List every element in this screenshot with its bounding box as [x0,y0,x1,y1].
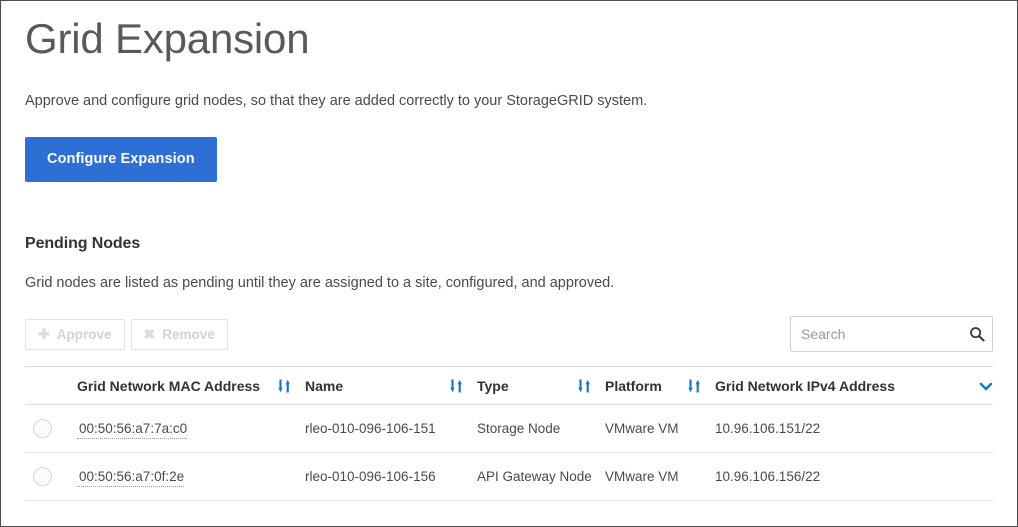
page-description: Approve and configure grid nodes, so tha… [25,92,648,109]
cell-platform: VMware VM [605,452,715,502]
approve-button-label: Approve [56,326,112,342]
row-select-cell [25,404,77,454]
cell-platform: VMware VM [605,404,715,454]
mac-address-value[interactable]: 00:50:56:a7:0f:2e [77,469,185,488]
column-header-ip[interactable]: Grid Network IPv4 Address [715,366,993,406]
mac-address-value[interactable]: 00:50:56:a7:7a:c0 [77,421,188,440]
cell-ip: 10.96.106.151/22 [715,404,993,454]
table-body: 00:50:56:a7:7a:c0 rleo-010-096-106-151 S… [25,404,993,502]
cell-name: rleo-010-096-106-151 [305,404,477,454]
column-header-platform[interactable]: Platform [605,366,715,406]
approve-button[interactable]: ✚ Approve [25,318,125,350]
table-row[interactable]: 00:50:56:a7:7a:c0 rleo-010-096-106-151 S… [25,404,993,454]
table-toolbar: ✚ Approve ✖ Remove [25,316,993,353]
table-row[interactable]: 00:50:56:a7:0f:2e rleo-010-096-106-156 A… [25,452,993,502]
pending-nodes-heading: Pending Nodes [25,234,141,252]
column-header-mac[interactable]: Grid Network MAC Address [77,366,305,406]
grid-expansion-page: Grid Expansion Approve and configure gri… [0,0,1018,527]
column-header-ip-label: Grid Network IPv4 Address [715,378,895,395]
cell-type: API Gateway Node [477,452,605,502]
table-header-row: Grid Network MAC Address Name Type Platf… [25,366,993,406]
configure-expansion-button[interactable]: Configure Expansion [25,136,217,182]
column-header-name-label: Name [305,378,344,395]
cell-mac: 00:50:56:a7:7a:c0 [77,404,305,454]
row-select-radio[interactable] [33,467,52,487]
sort-icon[interactable] [578,379,591,393]
cell-mac: 00:50:56:a7:0f:2e [77,452,305,502]
times-icon: ✖ [143,326,156,343]
search-input[interactable] [790,316,993,353]
column-header-mac-label: Grid Network MAC Address [77,378,261,395]
toolbar-actions: ✚ Approve ✖ Remove [25,318,228,350]
remove-button[interactable]: ✖ Remove [130,318,228,350]
plus-icon: ✚ [38,326,50,343]
column-header-name[interactable]: Name [305,366,477,406]
cell-name: rleo-010-096-106-156 [305,452,477,502]
column-header-type[interactable]: Type [477,366,605,406]
row-select-radio[interactable] [33,419,52,439]
pending-nodes-description: Grid nodes are listed as pending until t… [25,274,615,291]
row-select-cell [25,452,77,502]
search-box [790,316,993,353]
cell-type: Storage Node [477,404,605,454]
column-header-type-label: Type [477,378,509,395]
column-header-select [25,366,77,406]
sort-icon[interactable] [278,379,291,393]
sort-icon[interactable] [688,379,701,393]
remove-button-label: Remove [162,326,215,342]
sort-icon[interactable] [450,379,463,393]
chevron-down-icon[interactable] [979,379,993,393]
cell-ip: 10.96.106.156/22 [715,452,993,502]
page-title: Grid Expansion [25,15,310,62]
pending-nodes-table: Grid Network MAC Address Name Type Platf… [25,366,993,502]
column-header-platform-label: Platform [605,378,662,395]
